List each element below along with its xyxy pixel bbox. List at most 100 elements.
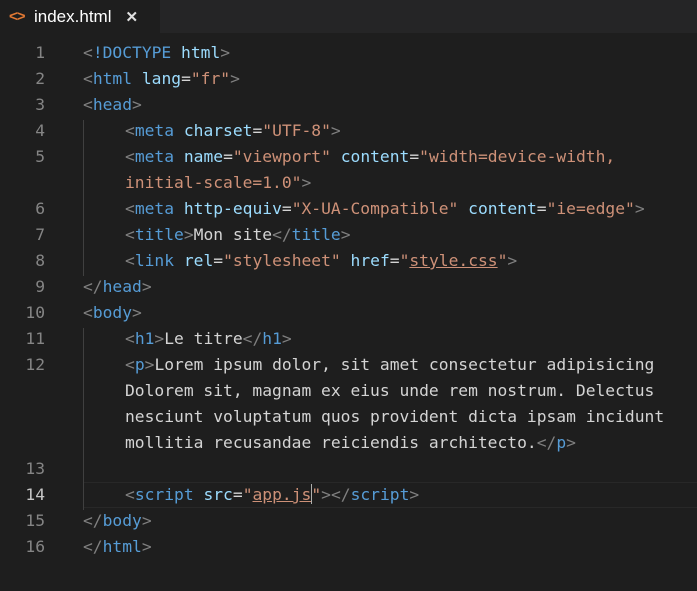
code-token: "ie=edge"	[546, 199, 635, 218]
code-token: >	[507, 251, 518, 270]
line-number: 6	[35, 199, 45, 218]
code-token: head	[102, 277, 142, 296]
line-number: 8	[35, 251, 45, 270]
code-token: >	[340, 225, 351, 244]
code-token: <	[125, 225, 135, 244]
code-token: Dolorem sit, magnam ex eius unde rem nos…	[125, 381, 655, 400]
code-token: charset	[183, 121, 253, 140]
code-token: <	[125, 355, 135, 374]
code-token: body	[102, 511, 142, 530]
code-token: title	[291, 225, 341, 244]
code-text: mollitia recusandae reiciendis architect…	[125, 430, 576, 456]
code-line[interactable]: 6 <meta http-equiv="X-UA-Compatible" cont…	[0, 196, 697, 222]
code-token: =	[232, 485, 243, 504]
line-number: 16	[25, 537, 45, 556]
code-line[interactable]: 11 <h1>Le titre</h1>	[0, 326, 697, 352]
code-token: meta	[134, 121, 175, 140]
line-number: 15	[25, 511, 45, 530]
line-number: 7	[35, 225, 45, 244]
code-line[interactable]: 7 <title>Mon site</title>	[0, 222, 697, 248]
code-line[interactable]: 5 <meta name="viewport" content="width=de…	[0, 144, 697, 170]
code-token: =	[181, 69, 191, 88]
code-editor[interactable]: 1 <!DOCTYPE html> 2 <html lang="fr"> 3 <head>…	[0, 40, 697, 591]
code-token: "X-UA-Compatible"	[291, 199, 459, 218]
code-token: "fr"	[190, 69, 231, 88]
code-token: "	[497, 251, 508, 270]
close-icon[interactable]: ✕	[125, 8, 138, 26]
code-token: >	[634, 199, 645, 218]
code-token: ></	[321, 485, 351, 504]
code-token: html	[102, 537, 142, 556]
code-line[interactable]: 8 <link rel="stylesheet" href="style.css"…	[0, 248, 697, 274]
code-token: </	[536, 433, 557, 452]
code-token: =	[223, 147, 233, 166]
code-token: =	[409, 147, 420, 166]
line-number: 1	[35, 43, 45, 62]
code-token: >	[301, 173, 312, 192]
code-text: <link rel="stylesheet" href="style.css">	[125, 248, 517, 274]
code-token: "	[399, 251, 410, 270]
code-token: >	[566, 433, 576, 452]
code-token: <	[83, 69, 93, 88]
code-line[interactable]: Dolorem sit, magnam ex eius unde rem nos…	[0, 378, 697, 404]
code-text: <body>	[83, 300, 142, 326]
code-text: Dolorem sit, magnam ex eius unde rem nos…	[125, 378, 654, 404]
code-token: initial-scale=1.0"	[125, 173, 302, 192]
code-line[interactable]: 1 <!DOCTYPE html>	[0, 40, 697, 66]
code-token: h1	[262, 329, 282, 348]
code-text: <meta name="viewport" content="width=dev…	[125, 144, 615, 170]
tab-bar: <> index.html ✕	[0, 0, 697, 33]
code-line[interactable]: 3 <head>	[0, 92, 697, 118]
code-token: src	[203, 485, 233, 504]
code-token: p	[134, 355, 145, 374]
line-number: 12	[25, 355, 45, 374]
code-line[interactable]: 9 </head>	[0, 274, 697, 300]
code-token: </	[272, 225, 292, 244]
code-token: >	[230, 69, 240, 88]
code-token: style.css	[409, 251, 498, 270]
code-text: <meta http-equiv="X-UA-Compatible" conte…	[125, 196, 645, 222]
code-line[interactable]: 15 </body>	[0, 508, 697, 534]
code-token: >	[409, 485, 420, 504]
code-token: !DOCTYPE	[92, 43, 172, 62]
code-text: <h1>Le titre</h1>	[125, 326, 292, 352]
code-token: >	[132, 303, 142, 322]
code-token: =	[213, 251, 224, 270]
code-token: <	[125, 147, 135, 166]
code-text: initial-scale=1.0">	[125, 170, 311, 196]
code-line[interactable]: 2 <html lang="fr">	[0, 66, 697, 92]
tab-index-html[interactable]: <> index.html ✕	[0, 0, 160, 33]
code-token: html	[92, 69, 133, 88]
code-token: http-equiv	[183, 199, 282, 218]
code-line[interactable]: nesciunt voluptatum quos provident dicta…	[0, 404, 697, 430]
code-line[interactable]: 16 </html>	[0, 534, 697, 560]
code-text: <script src="app.js"></script>	[125, 482, 419, 508]
code-text: <title>Mon site</title>	[125, 222, 351, 248]
line-number: 10	[25, 303, 45, 322]
code-token: "stylesheet"	[223, 251, 341, 270]
code-line[interactable]: mollitia recusandae reiciendis architect…	[0, 430, 697, 456]
code-line[interactable]: 14 <script src="app.js"></script>	[0, 482, 697, 508]
code-line[interactable]: 13	[0, 456, 697, 482]
code-line[interactable]: 12 <p>Lorem ipsum dolor, sit amet consect…	[0, 352, 697, 378]
code-token: p	[556, 433, 567, 452]
code-token: "	[242, 485, 253, 504]
code-token: >	[281, 329, 292, 348]
code-line[interactable]: 4 <meta charset="UTF-8">	[0, 118, 697, 144]
code-token: <	[125, 329, 135, 348]
code-token: script	[350, 485, 410, 504]
code-token: nesciunt voluptatum quos provident dicta…	[125, 407, 665, 426]
code-token: <	[125, 251, 135, 270]
code-token: "viewport"	[232, 147, 331, 166]
code-token: <	[83, 95, 93, 114]
code-line[interactable]: 10 <body>	[0, 300, 697, 326]
code-token: >	[144, 355, 155, 374]
code-line[interactable]: initial-scale=1.0">	[0, 170, 697, 196]
code-token: meta	[134, 147, 175, 166]
line-number: 2	[35, 69, 45, 88]
